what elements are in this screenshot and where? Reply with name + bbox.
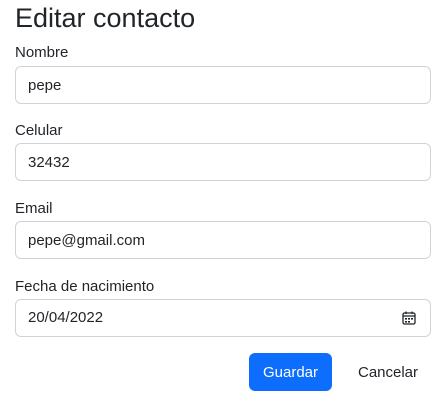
calendar-icon[interactable] [402,311,416,325]
email-input[interactable] [15,221,431,259]
email-label: Email [15,200,53,217]
nombre-label: Nombre [15,44,69,61]
page-title: Editar contacto [15,3,196,33]
nombre-input[interactable] [15,66,431,104]
cancel-button[interactable]: Cancelar [343,353,433,391]
fecha-nacimiento-value: 20/04/2022 [28,309,104,326]
celular-label: Celular [15,122,63,139]
save-button[interactable]: Guardar [249,353,332,391]
fecha-nacimiento-input[interactable]: 20/04/2022 [15,299,431,337]
fecha-nacimiento-label: Fecha de nacimiento [15,278,155,295]
celular-input[interactable] [15,143,431,181]
